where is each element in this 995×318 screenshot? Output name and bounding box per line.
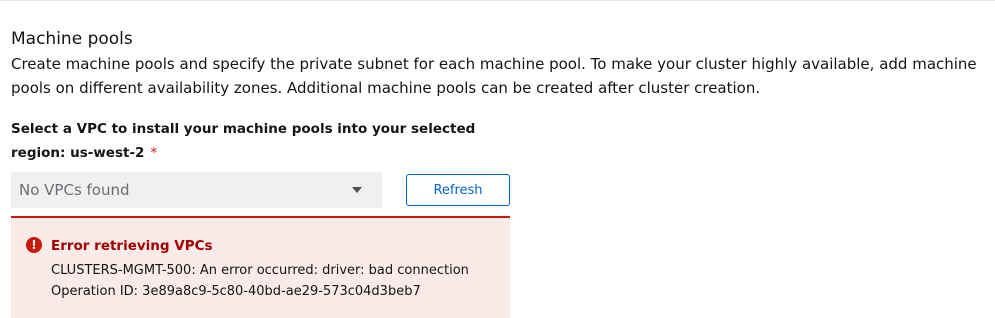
section-description: Create machine pools and specify the pri…: [11, 55, 977, 97]
alert-title: Error retrieving VPCs: [51, 238, 213, 254]
caret-down-icon: [352, 187, 362, 193]
section-title: Machine pools: [11, 29, 133, 49]
required-marker: *: [150, 145, 158, 161]
vpc-select-value: No VPCs found: [19, 181, 130, 199]
exclamation-circle-icon: !: [26, 237, 42, 253]
vpc-select[interactable]: No VPCs found: [11, 172, 382, 208]
top-divider: [0, 0, 995, 1]
vpc-field-label: Select a VPC to install your machine poo…: [11, 117, 501, 165]
error-alert: ! Error retrieving VPCs CLUSTERS-MGMT-50…: [11, 216, 510, 318]
refresh-button[interactable]: Refresh: [406, 174, 510, 206]
vpc-field-label-text: Select a VPC to install your machine poo…: [11, 121, 476, 161]
alert-operation-id: Operation ID: 3e89a8c9-5c80-40bd-ae29-57…: [51, 284, 421, 299]
alert-error-message: CLUSTERS-MGMT-500: An error occurred: dr…: [51, 263, 469, 278]
